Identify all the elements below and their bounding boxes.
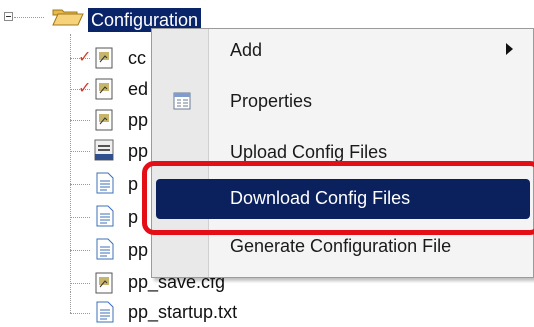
annotation-highlight [142, 161, 534, 235]
tree-connector-line [70, 291, 71, 313]
context-menu: Add Properties Upload Config Files Downl… [151, 28, 534, 278]
tree-connector-line [70, 283, 90, 284]
menu-item-label: Properties [230, 91, 313, 111]
tree-node-label: cc [128, 48, 146, 68]
check-mark-icon: ✓ [78, 49, 92, 66]
tree-node[interactable]: pp [0, 137, 160, 165]
text-file-icon [96, 238, 114, 260]
tree-node-label: p [128, 207, 139, 227]
config-file-icon [95, 47, 113, 69]
tree-node[interactable]: pp [0, 236, 160, 264]
tree-node-label: pp [128, 110, 149, 130]
tree-connector-line [70, 217, 90, 218]
menu-item-label: Add [230, 40, 263, 60]
tree-node-label: ed [128, 79, 149, 99]
open-folder-icon [52, 9, 84, 26]
tree-node[interactable]: ✓ ed [0, 75, 160, 103]
tree-node[interactable]: p [0, 203, 160, 231]
tree-node[interactable]: pp_startup.txt [0, 291, 237, 327]
submenu-arrow-icon [506, 43, 513, 55]
tree-connector-line [70, 313, 90, 314]
config-file-icon [95, 78, 113, 100]
menu-item-add[interactable]: Add [152, 31, 533, 71]
text-file-icon [96, 172, 114, 194]
tree-node[interactable]: p [0, 170, 160, 198]
tree-connector-line [70, 250, 90, 251]
menu-item-label: Upload Config Files [230, 142, 388, 162]
text-file-icon [96, 301, 114, 323]
menu-item-label: Generate Configuration File [230, 236, 452, 256]
tree-node[interactable]: ✓ cc [0, 44, 160, 72]
tree-node-label: pp [128, 141, 149, 161]
config-file-icon [95, 109, 113, 131]
tree-node[interactable]: pp [0, 106, 160, 134]
compare-file-icon [94, 139, 114, 161]
config-file-icon [95, 272, 113, 294]
tree-node-label: pp_startup.txt [128, 302, 238, 322]
tree-node-configuration[interactable]: Configuration [0, 3, 230, 32]
check-mark-icon: ✓ [78, 80, 92, 97]
text-file-icon [96, 205, 114, 227]
tree-node-label: pp [128, 240, 149, 260]
tree-connector-line [70, 120, 90, 121]
menu-item-properties[interactable]: Properties [152, 82, 533, 122]
tree-node-label: p [128, 174, 139, 194]
tree-connector-line [70, 151, 90, 152]
tree-connector-line [70, 184, 90, 185]
properties-icon [173, 92, 191, 110]
